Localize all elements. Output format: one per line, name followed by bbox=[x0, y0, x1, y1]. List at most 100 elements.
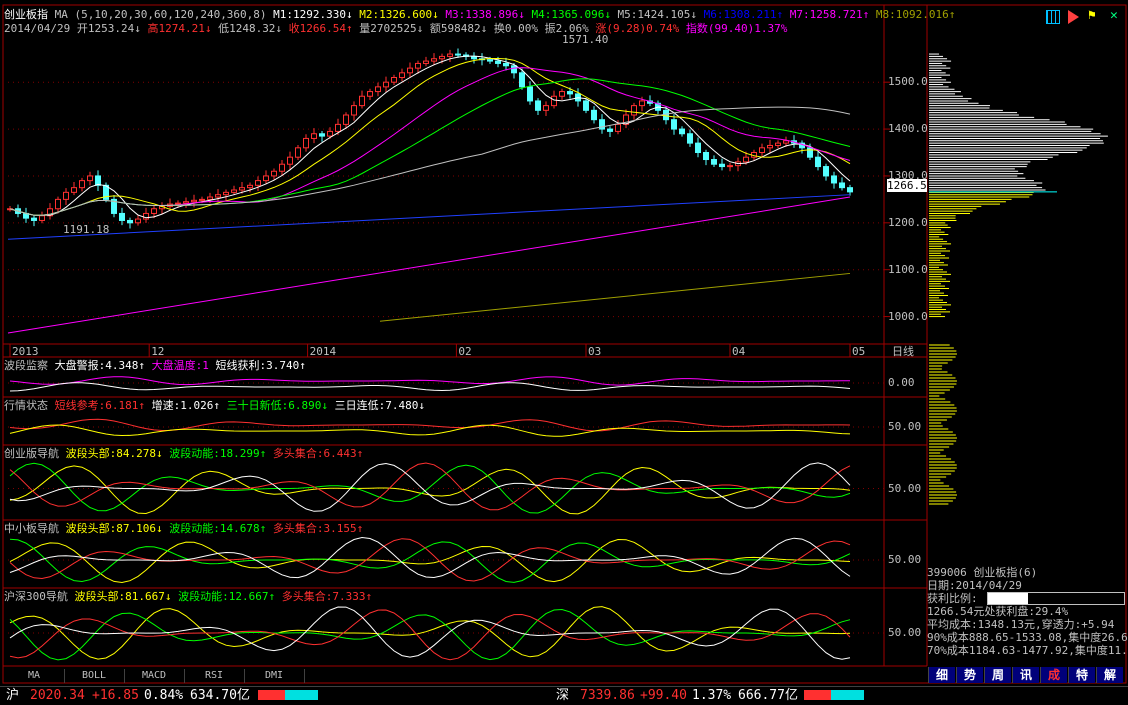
sh-pct: 0.84% bbox=[144, 688, 184, 703]
candle-body bbox=[183, 201, 189, 204]
flag-icon[interactable]: ⚑ bbox=[1088, 9, 1100, 22]
panel-item-0: 大盘警报:4.348↑ bbox=[54, 359, 152, 372]
tools-icon[interactable]: ✕ bbox=[1110, 9, 1122, 22]
candle-body bbox=[511, 65, 517, 74]
y-tick-label: 1200.0 bbox=[888, 215, 928, 229]
panel-item-0: 波段头部:84.278↓ bbox=[65, 447, 170, 460]
candle-body bbox=[455, 53, 461, 56]
sz-amount: 666.77亿 bbox=[738, 688, 798, 703]
indicator-line bbox=[9, 465, 851, 515]
candle-body bbox=[151, 208, 157, 214]
candle-body bbox=[823, 166, 829, 177]
quote-item-7: 换0.00% bbox=[487, 22, 539, 35]
x-axis-label: 04 bbox=[732, 345, 746, 358]
panel-item-2: 多头集合:6.443↑ bbox=[272, 447, 364, 460]
candle-body bbox=[815, 156, 821, 168]
candle-body bbox=[551, 95, 557, 107]
tab-macd[interactable]: MACD bbox=[124, 669, 185, 683]
candle-body bbox=[255, 180, 261, 186]
candle-body bbox=[351, 105, 357, 116]
candle-body bbox=[471, 55, 477, 60]
ma-value-8: M8:1092.016↑ bbox=[869, 8, 956, 21]
x-axis-label: 02 bbox=[458, 345, 472, 358]
candle-body bbox=[271, 170, 277, 177]
panel-item-3: 三日连低:7.480↓ bbox=[334, 399, 425, 412]
panel-title: 创业版导航 bbox=[4, 447, 66, 460]
low-annotation: 1191.18 bbox=[63, 223, 110, 236]
candle-body bbox=[719, 163, 725, 168]
side-button-4[interactable]: 成 bbox=[1040, 667, 1067, 683]
candle-body bbox=[695, 142, 701, 153]
side-button-5[interactable]: 特 bbox=[1068, 667, 1095, 683]
quote-item-3: 低1248.32↓ bbox=[211, 22, 283, 35]
market-status-bar: 沪 2020.34 +16.85 0.84% 634.70亿 深 7339.86… bbox=[0, 686, 1128, 705]
panel-tick-label: 50.00 bbox=[888, 626, 922, 639]
candle-body bbox=[119, 212, 125, 221]
candle-body bbox=[207, 196, 213, 200]
panel-tick-label: 50.00 bbox=[888, 481, 922, 495]
profit-ratio-row: 获利比例: 29.4% bbox=[927, 592, 1127, 605]
ma-value-2: M2:1326.600↓ bbox=[352, 8, 439, 21]
ma-value-5: M5:1424.105↓ bbox=[610, 8, 698, 21]
panel-header-2: 创业版导航 波段头部:84.278↓ 波段动能:18.299↑ 多头集合:6.4… bbox=[4, 447, 363, 460]
tab-boll[interactable]: BOLL bbox=[64, 669, 125, 683]
y-tick-label: 1000.0 bbox=[888, 309, 928, 323]
period-label[interactable]: 日线 bbox=[892, 345, 914, 358]
x-axis-label: 12 bbox=[151, 345, 165, 358]
chip-line-1: 平均成本:1348.13元,穿透力:+5.94 bbox=[927, 618, 1115, 631]
chart-toolbar: ⚑ ✕ bbox=[1046, 9, 1126, 24]
candle-body bbox=[431, 58, 437, 62]
candle-body bbox=[391, 77, 397, 83]
chip-info-panel: 399006 创业板指(6) 日期:2014/04/29 获利比例: 29.4%… bbox=[927, 566, 1128, 666]
candle-body bbox=[39, 215, 45, 221]
profit-ratio-label: 获利比例: bbox=[927, 592, 978, 605]
candle-body bbox=[495, 60, 501, 64]
side-button-2[interactable]: 周 bbox=[984, 667, 1011, 683]
panel-header-0: 波段监察 大盘警报:4.348↑ 大盘温度:1 短线获利:3.740↑ bbox=[4, 359, 306, 372]
side-button-6[interactable]: 解 bbox=[1096, 667, 1123, 683]
candle-body bbox=[839, 182, 845, 189]
candle-body bbox=[303, 137, 309, 149]
candle-body bbox=[615, 123, 621, 132]
grid-icon[interactable] bbox=[1046, 10, 1060, 24]
candle-body bbox=[215, 194, 221, 198]
side-button-3[interactable]: 讯 bbox=[1012, 667, 1039, 683]
quote-line: 2014/04/29 开1253.24↓ 高1274.21↓ 低1248.32↓… bbox=[4, 22, 787, 35]
high-annotation: 1571.40 bbox=[562, 33, 609, 46]
candle-body bbox=[847, 187, 853, 193]
sh-change: +16.85 bbox=[92, 688, 139, 703]
candle-body bbox=[447, 53, 453, 57]
panel-item-1: 大盘温度:1 bbox=[151, 359, 216, 372]
panel-tick-label: 50.00 bbox=[888, 420, 922, 433]
tab-ma[interactable]: MA bbox=[4, 669, 65, 683]
ma-value-6: M6:1308.211↑ bbox=[697, 8, 784, 21]
side-button-1[interactable]: 势 bbox=[956, 667, 983, 683]
sh-amount: 634.70亿 bbox=[190, 688, 250, 703]
panel-item-0: 短线参考:6.181↑ bbox=[54, 399, 152, 412]
candle-body bbox=[783, 140, 789, 144]
sz-change: +99.40 bbox=[640, 688, 687, 703]
candle-body bbox=[319, 133, 325, 137]
candle-body bbox=[831, 175, 837, 184]
candle-body bbox=[607, 128, 613, 132]
candle-body bbox=[743, 156, 749, 163]
candle-body bbox=[287, 156, 293, 165]
panel-header-3: 中小板导航 波段头部:87.106↓ 波段动能:14.678↑ 多头集合:3.1… bbox=[4, 522, 363, 535]
candle-body bbox=[335, 123, 341, 132]
quote-item-2: 高1274.21↓ bbox=[140, 22, 212, 35]
play-icon[interactable] bbox=[1068, 10, 1079, 24]
ma10-line bbox=[9, 58, 851, 216]
y-tick-label: 1300.0 bbox=[888, 168, 928, 182]
candle-body bbox=[543, 105, 549, 111]
ma5-line bbox=[9, 55, 851, 219]
ma-value-1: M1:1292.330↓ bbox=[273, 8, 353, 21]
quote-item-4: 收1266.54↑ bbox=[282, 22, 353, 35]
x-axis-label: 2014 bbox=[309, 345, 337, 358]
candle-body bbox=[767, 144, 773, 149]
candle-body bbox=[383, 81, 389, 88]
side-button-0[interactable]: 细 bbox=[928, 667, 955, 683]
candle-body bbox=[71, 187, 77, 193]
tab-rsi[interactable]: RSI bbox=[184, 669, 245, 683]
tab-dmi[interactable]: DMI bbox=[244, 669, 305, 683]
candle-body bbox=[671, 119, 677, 130]
